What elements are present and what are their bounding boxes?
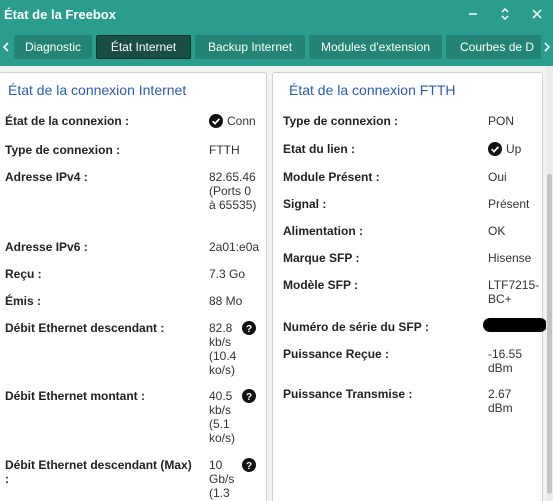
row-label: Alimentation : [283,224,363,238]
panel-title: État de la connexion FTTH [289,82,456,98]
row-label: Débit Ethernet montant : [5,389,145,403]
row-label: Signal : [283,197,327,211]
help-icon[interactable]: ? [242,458,256,472]
svg-text:?: ? [246,392,252,403]
row-value: 82.8 kb/s (10.4 ko/s) [209,321,237,377]
check-circle-icon [488,142,502,156]
tab-scroll-right-button[interactable] [541,28,553,66]
help-icon[interactable]: ? [242,321,256,335]
status-text: Conn [227,114,256,128]
close-button[interactable] [521,0,553,28]
connection-status-value: Conn [209,114,256,128]
row-value: FTTH [209,143,240,157]
window-title: État de la Freebox [4,6,116,22]
row-value: PON [488,114,515,128]
row-value: 88 Mo [209,294,243,308]
minimize-icon [469,13,477,15]
row-label: Reçu : [5,267,42,281]
row-value: 7.3 Go [209,267,246,281]
chevron-right-icon [544,42,551,52]
row-value: 10 Gb/s (1.3 [209,458,235,500]
row-label: Modèle SFP : [283,278,359,292]
row-label: Type de connexion : [5,143,121,157]
tab-etat-internet[interactable]: État Internet [96,35,191,59]
row-value: OK [488,224,506,238]
row-label: Émis : [5,294,42,308]
close-icon [532,9,542,19]
row-label: Adresse IPv4 : [5,170,88,184]
row-label: Marque SFP : [283,251,360,265]
row-label: Débit Ethernet descendant (Max) : [5,458,192,486]
row-label: Puissance Reçue : [283,347,390,361]
row-value: Présent [488,197,530,211]
tab-scroll-left-button[interactable] [0,28,12,66]
minimize-button[interactable] [457,0,489,28]
row-label: Type de connexion : [283,114,399,128]
scrollbar-thumb[interactable] [547,174,552,494]
check-circle-icon [209,114,223,128]
tab-courbes[interactable]: Courbes de D [446,35,546,59]
chevron-left-icon [2,42,9,52]
row-label: Puissance Transmise : [283,387,413,401]
window-titlebar: État de la Freebox [0,0,553,28]
row-value: Hisense [488,251,532,265]
vertical-scrollbar[interactable] [546,66,553,501]
panel-title: État de la connexion Internet [8,82,187,98]
row-label: Adresse IPv6 : [5,240,88,254]
ftth-connection-panel: État de la connexion FTTH Type de connex… [272,72,547,501]
chevron-up-down-icon [501,7,509,21]
ipv4-value: 82.65.46 (Ports 0 à 65535) [209,170,257,212]
row-label: Débit Ethernet descendant : [5,321,165,335]
collapse-button[interactable] [489,0,521,28]
row-value: 2.67 dBm [488,387,513,415]
tab-backup-internet[interactable]: Backup Internet [195,35,305,59]
row-value: Oui [488,170,507,184]
internet-connection-panel: État de la connexion Internet État de la… [0,72,267,501]
row-label: Numéro de série du SFP : [283,320,429,334]
ipv6-value: 2a01:e0a [209,240,260,254]
redacted-serial-number [483,318,547,332]
row-label: État de la connexion : [5,114,130,128]
help-icon[interactable]: ? [242,389,256,403]
tab-bar: Diagnostic État Internet Backup Internet… [0,28,553,66]
svg-text:?: ? [246,324,252,335]
row-value: 40.5 kb/s (5.1 ko/s) [209,389,236,445]
svg-text:?: ? [246,461,252,472]
tab-diagnostic[interactable]: Diagnostic [14,35,92,59]
row-label: Etat du lien : [283,142,355,156]
tab-content: État de la connexion Internet État de la… [0,66,553,501]
link-status-value: Up [488,142,521,156]
tab-modules-extension[interactable]: Modules d'extension [309,35,442,59]
row-value: LTF7215-BC+ [488,278,540,306]
row-label: Module Présent : [283,170,380,184]
row-value: -16.55 dBm [488,347,523,375]
status-text: Up [506,142,522,156]
